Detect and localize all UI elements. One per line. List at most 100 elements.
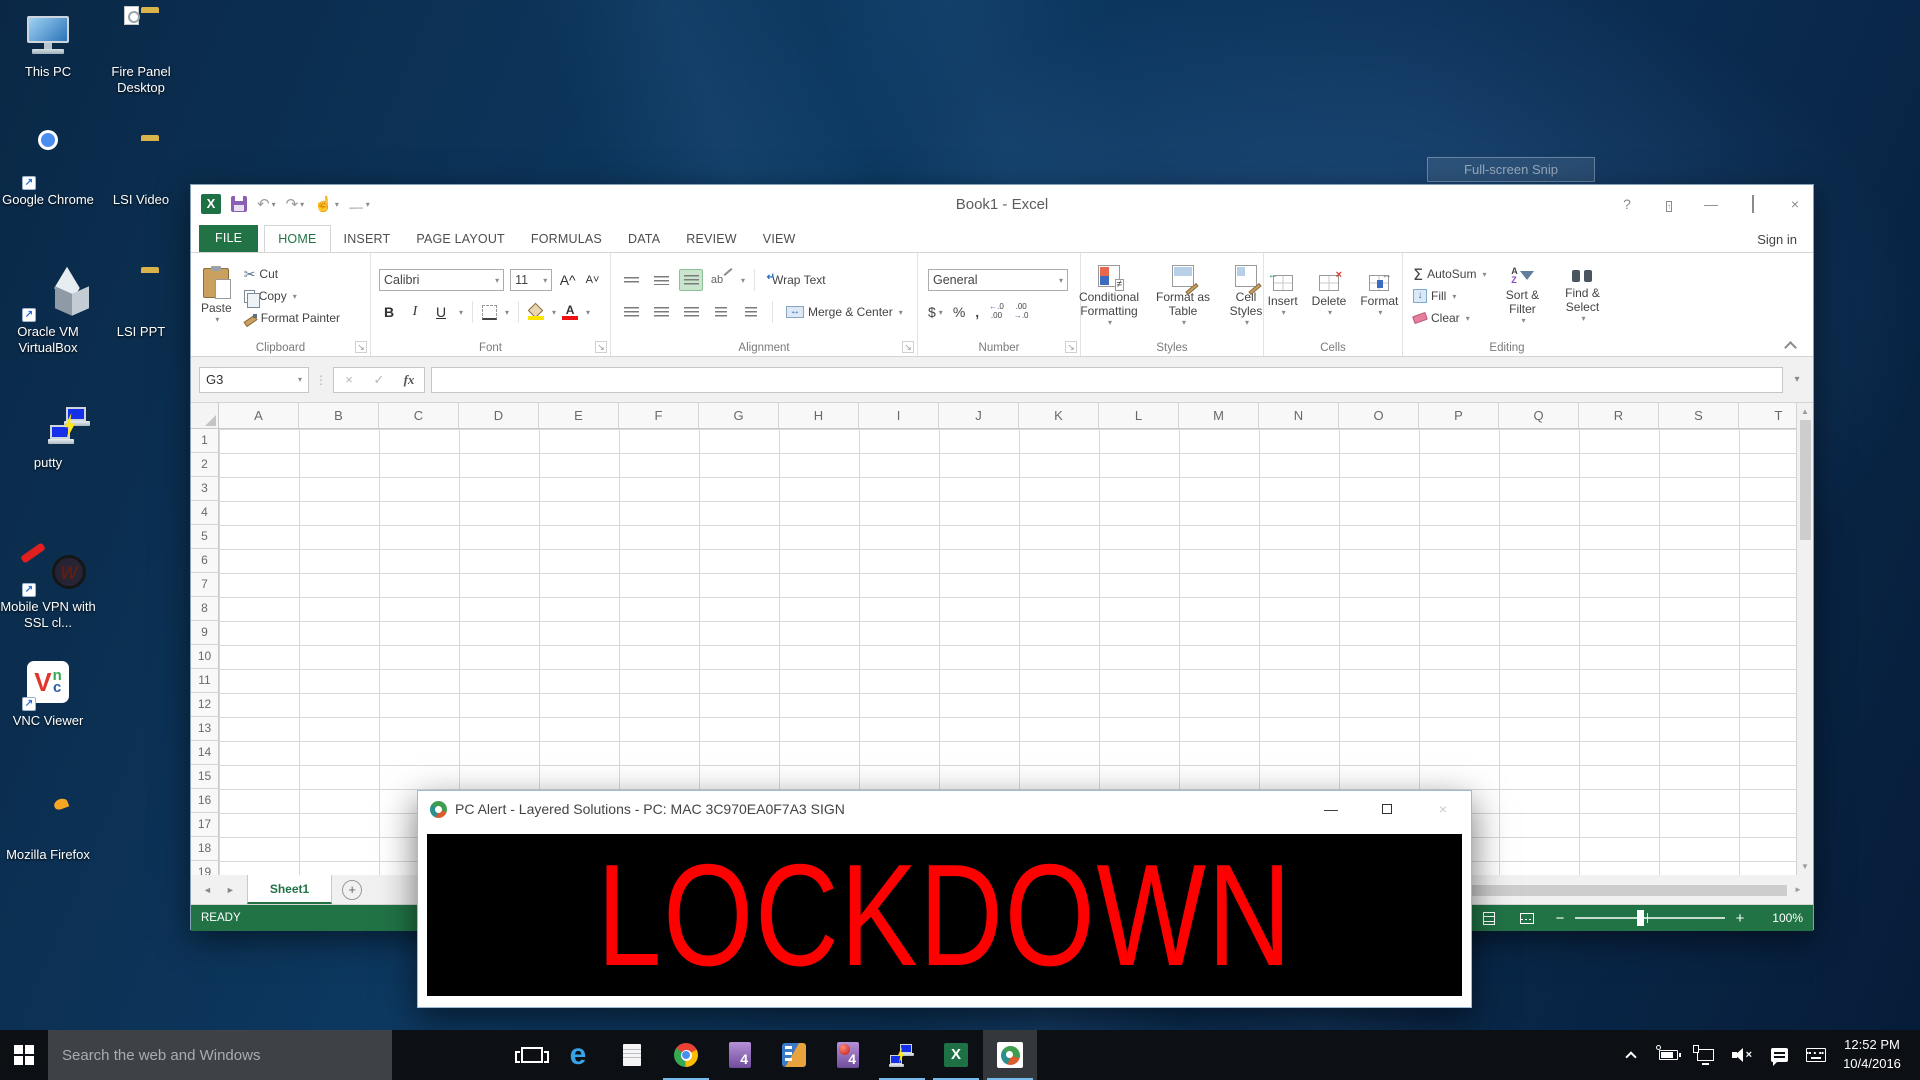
desktop-icon-mobile-vpn[interactable]: W↗Mobile VPN with SSL cl...: [0, 547, 96, 632]
row-header-8[interactable]: 8: [191, 597, 218, 621]
insert-cells-button[interactable]: ← Insert▾: [1262, 257, 1304, 335]
scroll-right-arrow[interactable]: ►: [1791, 882, 1805, 898]
row-header-16[interactable]: 16: [191, 789, 218, 813]
row-header-5[interactable]: 5: [191, 525, 218, 549]
wrap-text-button[interactable]: Wrap Text: [764, 269, 830, 291]
sort-filter-button[interactable]: AZ Sort & Filter▾: [1494, 257, 1550, 335]
format-as-table-button[interactable]: Format as Table▾: [1149, 257, 1217, 335]
sign-in-link[interactable]: Sign in: [1757, 232, 1797, 247]
tray-action-center-icon[interactable]: [1769, 1044, 1789, 1066]
copy-button[interactable]: Copy▾: [240, 285, 344, 307]
name-box[interactable]: G3▾: [199, 367, 309, 393]
row-header-3[interactable]: 3: [191, 477, 218, 501]
desktop-icon-oracle-vm-virtualbox[interactable]: ↗Oracle VM VirtualBox: [0, 272, 96, 357]
restore-button[interactable]: [1743, 196, 1763, 212]
percent-format-button[interactable]: %: [953, 304, 965, 320]
formula-input[interactable]: [431, 367, 1783, 393]
cancel-entry-button[interactable]: ×: [334, 372, 364, 387]
column-header-E[interactable]: E: [539, 403, 619, 428]
ribbon-display-options-button[interactable]: ↑: [1659, 196, 1679, 212]
column-header-F[interactable]: F: [619, 403, 699, 428]
save-button[interactable]: [231, 196, 247, 212]
merge-center-button[interactable]: ↔Merge & Center▾: [782, 301, 907, 323]
vertical-scrollbar[interactable]: ▲ ▼: [1796, 403, 1813, 875]
taskbar-app-film-app[interactable]: [767, 1030, 821, 1080]
row-header-18[interactable]: 18: [191, 837, 218, 861]
confirm-entry-button[interactable]: ✓: [364, 372, 394, 388]
column-header-L[interactable]: L: [1099, 403, 1179, 428]
desktop-icon-vnc-viewer[interactable]: Vnc↗VNC Viewer: [0, 658, 96, 729]
taskbar-clock[interactable]: 12:52 PM 10/4/2016: [1826, 1030, 1918, 1080]
column-header-D[interactable]: D: [459, 403, 539, 428]
tray-touch-keyboard-icon[interactable]: [1806, 1044, 1826, 1066]
customize-qat-button[interactable]: ᎗▾: [349, 194, 370, 214]
excel-app-icon[interactable]: X: [201, 194, 221, 214]
help-button[interactable]: ?: [1617, 196, 1637, 212]
column-header-T[interactable]: T: [1739, 403, 1796, 428]
expand-formula-bar-button[interactable]: ▾: [1789, 374, 1805, 385]
column-header-S[interactable]: S: [1659, 403, 1739, 428]
zoom-in-button[interactable]: +: [1733, 910, 1747, 927]
column-header-Q[interactable]: Q: [1499, 403, 1579, 428]
clipboard-dialog-launcher[interactable]: ↘: [355, 341, 367, 353]
ribbon-tab-data[interactable]: DATA: [615, 226, 673, 252]
row-header-9[interactable]: 9: [191, 621, 218, 645]
row-header-1[interactable]: 1: [191, 429, 218, 453]
vertical-scroll-thumb[interactable]: [1800, 420, 1811, 540]
zoom-out-button[interactable]: −: [1553, 910, 1567, 927]
currency-format-button[interactable]: $: [928, 304, 936, 320]
close-button[interactable]: ×: [1785, 196, 1805, 212]
delete-cells-button[interactable]: × Delete▾: [1306, 257, 1353, 335]
row-header-14[interactable]: 14: [191, 741, 218, 765]
collapse-ribbon-button[interactable]: [1785, 340, 1795, 350]
column-header-H[interactable]: H: [779, 403, 859, 428]
column-header-K[interactable]: K: [1019, 403, 1099, 428]
zoom-level[interactable]: 100%: [1761, 911, 1803, 925]
top-align-button[interactable]: [619, 269, 643, 291]
tray-battery-icon[interactable]: [1658, 1044, 1678, 1066]
undo-button[interactable]: ↶▾: [257, 195, 276, 213]
decrease-font-button[interactable]: A˅: [583, 274, 602, 286]
zoom-slider-thumb[interactable]: [1637, 910, 1644, 926]
format-cells-button[interactable]: ↔ Format▾: [1354, 257, 1404, 335]
row-header-12[interactable]: 12: [191, 693, 218, 717]
column-header-C[interactable]: C: [379, 403, 459, 428]
column-header-I[interactable]: I: [859, 403, 939, 428]
zoom-slider[interactable]: [1575, 917, 1725, 919]
desktop-icon-lsi-video[interactable]: LSI Video: [93, 140, 189, 208]
ribbon-tab-review[interactable]: REVIEW: [673, 226, 750, 252]
decrease-indent-button[interactable]: [709, 301, 733, 323]
ribbon-tab-home[interactable]: HOME: [264, 225, 330, 252]
alert-minimize-button[interactable]: —: [1303, 791, 1359, 827]
format-painter-button[interactable]: Format Painter: [240, 307, 344, 329]
row-header-10[interactable]: 10: [191, 645, 218, 669]
tray-chevron-up-icon[interactable]: [1621, 1044, 1641, 1066]
paste-button[interactable]: Paste ▾: [195, 257, 238, 335]
column-header-J[interactable]: J: [939, 403, 1019, 428]
redo-button[interactable]: ↷▾: [286, 195, 305, 213]
column-header-A[interactable]: A: [219, 403, 299, 428]
column-header-B[interactable]: B: [299, 403, 379, 428]
desktop-icon-lsi-ppt[interactable]: LSI PPT: [93, 272, 189, 340]
fill-color-button[interactable]: [528, 304, 544, 320]
row-header-17[interactable]: 17: [191, 813, 218, 837]
cut-button[interactable]: ✂Cut: [240, 263, 344, 285]
find-select-button[interactable]: Find & Select▾: [1554, 257, 1610, 335]
taskbar-app-notepad[interactable]: [605, 1030, 659, 1080]
increase-font-button[interactable]: A^: [558, 272, 577, 288]
underline-button[interactable]: U: [431, 304, 451, 320]
align-right-button[interactable]: [679, 301, 703, 323]
taskbar-app-purple-4-orb-app[interactable]: 4: [821, 1030, 875, 1080]
column-header-R[interactable]: R: [1579, 403, 1659, 428]
column-header-N[interactable]: N: [1259, 403, 1339, 428]
taskbar-app-pc-alert[interactable]: [983, 1030, 1037, 1080]
row-header-2[interactable]: 2: [191, 453, 218, 477]
tray-volume-muted-icon[interactable]: ×: [1732, 1044, 1752, 1066]
conditional-formatting-button[interactable]: ≠ Conditional Formatting▾: [1071, 257, 1147, 335]
bottom-align-button[interactable]: [679, 269, 703, 291]
bold-button[interactable]: B: [379, 304, 399, 320]
align-center-button[interactable]: [649, 301, 673, 323]
borders-button[interactable]: [482, 305, 497, 320]
page-layout-view-button[interactable]: [1477, 908, 1501, 928]
increase-indent-button[interactable]: [739, 301, 763, 323]
